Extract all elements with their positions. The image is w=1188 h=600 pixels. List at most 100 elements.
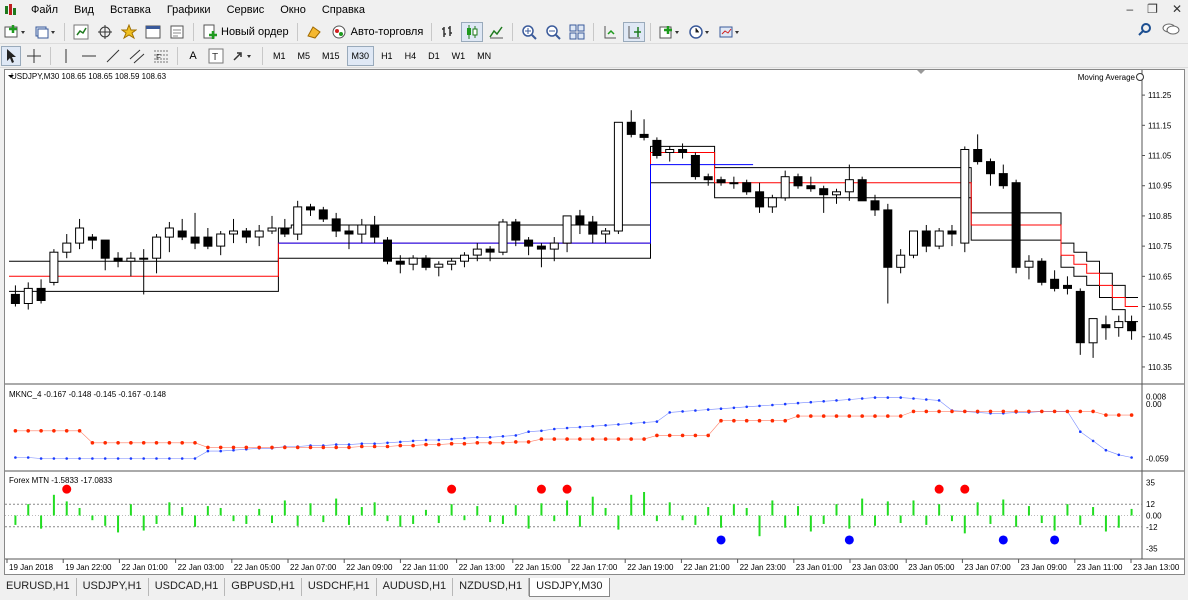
zoom-in-icon — [522, 24, 538, 40]
menu-file[interactable]: Файл — [23, 0, 66, 20]
tester-button[interactable] — [166, 22, 188, 42]
blue-dot — [873, 396, 877, 399]
zoom-in-button[interactable] — [518, 22, 540, 42]
timeframe-m15-button[interactable]: M15 — [317, 46, 345, 66]
candle-bull — [164, 227, 174, 238]
timeframe-m1-button[interactable]: M1 — [268, 46, 291, 66]
chat-icon[interactable] — [1162, 22, 1180, 39]
tab-audusd-h1[interactable]: AUDUSD,H1 — [377, 578, 454, 596]
vertical-line-button[interactable] — [56, 46, 76, 66]
separator — [593, 22, 595, 41]
blue-dot — [809, 400, 813, 404]
fibonacci-button[interactable]: F — [150, 46, 172, 66]
zoom-out-button[interactable] — [542, 22, 564, 42]
blue-dot — [553, 427, 556, 431]
terminal-button[interactable] — [142, 22, 164, 42]
cursor-button[interactable] — [1, 45, 21, 66]
separator — [64, 22, 65, 41]
chart-canvas[interactable]: 111.25 111.15 111.05 110.95 110.85 110.75 110.… — [5, 70, 1184, 574]
tab-usdcad-h1[interactable]: USDCAD,H1 — [149, 578, 226, 596]
red-dot — [475, 441, 480, 445]
time-label: 23 Jan 03:00 — [852, 563, 899, 572]
red-dot — [129, 441, 133, 445]
blue-dot — [155, 457, 158, 460]
chart-shift-marker — [917, 70, 925, 74]
market-watch-button[interactable] — [70, 22, 92, 42]
candle-bear — [806, 185, 816, 190]
search-icon[interactable] — [1138, 22, 1152, 39]
red-dot — [693, 433, 698, 438]
time-label: 19 Jan 22:00 — [65, 563, 112, 572]
timeframe-w1-button[interactable]: W1 — [447, 46, 471, 66]
auto-trading-button[interactable]: Авто-торговля — [327, 22, 427, 42]
periods-button[interactable] — [686, 22, 714, 42]
blue-dot — [424, 438, 428, 442]
red-dot — [552, 437, 557, 441]
blue-dot — [1104, 448, 1108, 452]
menu-tools[interactable]: Сервис — [219, 0, 273, 20]
new-order-button[interactable]: Новый ордер — [199, 22, 292, 42]
candle-bear — [1101, 324, 1111, 329]
profiles-button[interactable] — [31, 22, 59, 42]
arrows-button[interactable] — [229, 46, 257, 66]
red-dot — [424, 442, 428, 447]
auto-scroll-button[interactable] — [623, 21, 646, 42]
sub2-axis-label: 0.00 — [1146, 512, 1162, 521]
indicators-button[interactable] — [656, 22, 684, 42]
chart-window[interactable]: 111.25 111.15 111.05 110.95 110.85 110.75 110.… — [4, 69, 1185, 575]
zoom-out-icon — [546, 24, 562, 40]
chart-tabs: EURUSD,H1 USDJPY,H1 USDCAD,H1 GBPUSD,H1 … — [0, 578, 1188, 600]
timeframe-m30-button[interactable]: M30 — [346, 45, 375, 66]
text-button[interactable]: A — [183, 46, 203, 66]
candle-bear — [626, 121, 636, 135]
tab-eurusd-h1[interactable]: EURUSD,H1 — [0, 578, 77, 596]
menu-view[interactable]: Вид — [66, 0, 102, 20]
tab-nzdusd-h1[interactable]: NZDUSD,H1 — [453, 578, 530, 596]
red-dot — [64, 429, 69, 433]
metaeditor-button[interactable] — [303, 22, 325, 42]
new-chart-button[interactable] — [1, 22, 29, 42]
red-dot — [103, 441, 107, 445]
red-dot — [488, 441, 492, 445]
candle-bear — [241, 230, 251, 238]
tab-gbpusd-h1[interactable]: GBPUSD,H1 — [225, 578, 302, 596]
restore-icon[interactable]: ❐ — [1147, 2, 1158, 16]
red-dot — [770, 418, 775, 423]
tab-usdchf-h1[interactable]: USDCHF,H1 — [302, 578, 377, 596]
menu-insert[interactable]: Вставка — [102, 0, 159, 20]
menu-help[interactable]: Справка — [314, 0, 373, 20]
candlestick-chart-button[interactable] — [461, 21, 484, 42]
text-label-button[interactable]: T — [205, 46, 227, 66]
data-window-button[interactable] — [94, 22, 116, 42]
blue-dot — [488, 436, 492, 439]
timeframe-m5-button[interactable]: M5 — [293, 46, 316, 66]
blue-dot — [796, 401, 800, 405]
blue-dot — [1130, 456, 1133, 459]
timeframe-h1-button[interactable]: H1 — [376, 46, 398, 66]
crosshair-button[interactable] — [23, 46, 45, 66]
price-label: 111.15 — [1148, 121, 1172, 130]
timeframe-mn-button[interactable]: MN — [472, 46, 496, 66]
auto-trading-icon — [332, 25, 346, 38]
trendline-button[interactable] — [102, 46, 124, 66]
menu-window[interactable]: Окно — [272, 0, 314, 20]
timeframe-d1-button[interactable]: D1 — [423, 46, 445, 66]
tab-usdjpy-h1[interactable]: USDJPY,H1 — [77, 578, 149, 596]
signal-down-dot — [716, 535, 726, 545]
minimize-icon[interactable]: – — [1126, 2, 1133, 16]
chart-shift-button[interactable] — [599, 22, 621, 42]
horizontal-line-button[interactable] — [78, 46, 100, 66]
navigator-button[interactable] — [118, 22, 140, 42]
templates-button[interactable] — [716, 22, 744, 42]
blue-dot — [91, 457, 94, 460]
candle-bear — [742, 182, 752, 193]
line-chart-button[interactable] — [485, 22, 507, 42]
bar-chart-button[interactable] — [437, 22, 459, 42]
menu-charts[interactable]: Графики — [159, 0, 219, 20]
timeframe-h4-button[interactable]: H4 — [400, 46, 422, 66]
tab-usdjpy-m30[interactable]: USDJPY,M30 — [529, 578, 610, 597]
tile-windows-button[interactable] — [566, 22, 588, 42]
red-dot — [924, 409, 929, 414]
channel-button[interactable] — [126, 46, 148, 66]
close-icon[interactable]: ✕ — [1172, 2, 1182, 16]
